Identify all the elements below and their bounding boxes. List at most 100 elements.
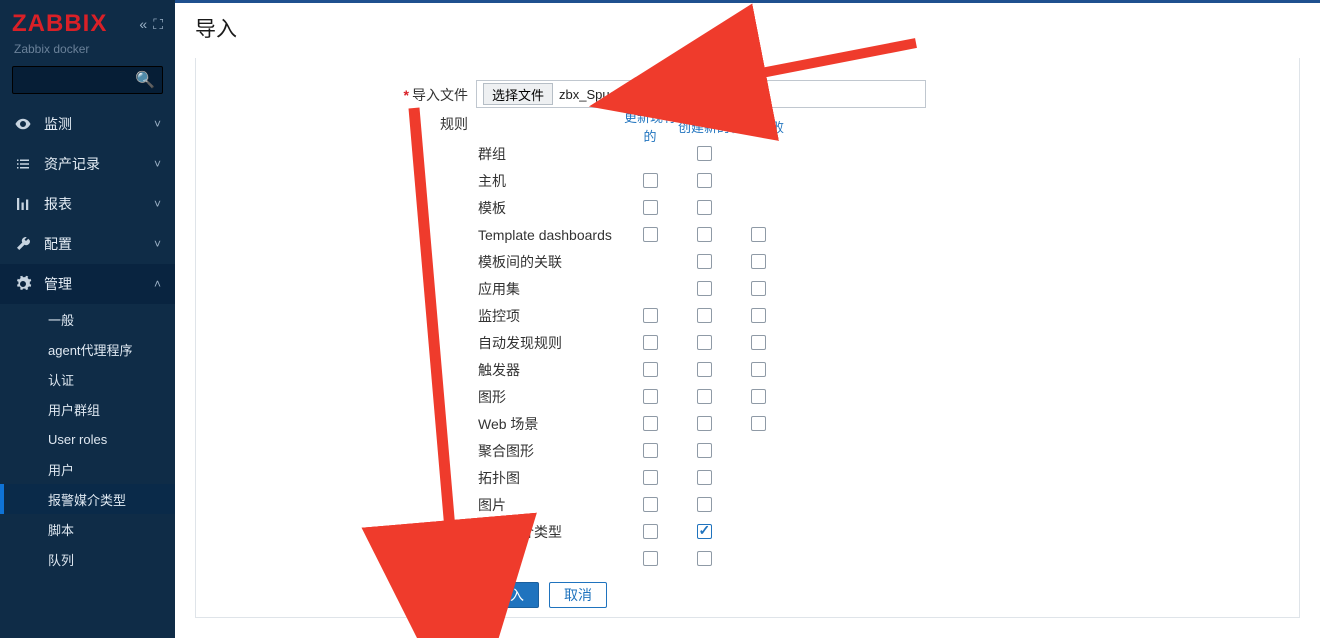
menu-item-label: 报表 bbox=[44, 194, 72, 214]
checkbox-update[interactable] bbox=[643, 497, 658, 512]
submenu: 一般agent代理程序认证用户群组User roles用户报警媒介类型脚本队列 bbox=[0, 304, 175, 574]
menu-item-label: 资产记录 bbox=[44, 154, 100, 174]
rule-name: Web 场景 bbox=[478, 414, 623, 434]
checkbox-create[interactable] bbox=[697, 470, 712, 485]
rule-row: 模板间的关联 bbox=[478, 248, 785, 275]
checkbox-update[interactable] bbox=[643, 227, 658, 242]
fullscreen-icon[interactable]: ⛶ bbox=[153, 16, 163, 33]
rule-name: 触发器 bbox=[478, 360, 623, 380]
rule-name: 应用集 bbox=[478, 279, 623, 299]
checkbox-create[interactable] bbox=[697, 335, 712, 350]
rule-row: 触发器 bbox=[478, 356, 785, 383]
checkbox-create[interactable] bbox=[697, 497, 712, 512]
menu-item-chart[interactable]: 报表 ˅ bbox=[0, 184, 175, 224]
checkbox-update[interactable] bbox=[643, 416, 658, 431]
submenu-item[interactable]: 用户群组 bbox=[0, 394, 175, 424]
menu-item-label: 监测 bbox=[44, 114, 72, 134]
rules-table: 更新现有的 创建新的 删除失败 群组主机模板Template dashboard… bbox=[478, 114, 785, 572]
checkbox-create[interactable] bbox=[697, 173, 712, 188]
menu-item-label: 管理 bbox=[44, 274, 72, 294]
brand-subtitle: Zabbix docker bbox=[0, 40, 175, 66]
rule-name: 报警媒介类型 bbox=[478, 522, 623, 542]
rule-row: 监控项 bbox=[478, 302, 785, 329]
chevron-down-icon: ˅ bbox=[154, 117, 161, 131]
submenu-item[interactable]: 脚本 bbox=[0, 514, 175, 544]
checkbox-update[interactable] bbox=[643, 443, 658, 458]
submenu-item[interactable]: 队列 bbox=[0, 544, 175, 574]
rule-row: 图片 bbox=[478, 491, 785, 518]
checkbox-update[interactable] bbox=[643, 551, 658, 566]
checkbox-delete[interactable] bbox=[751, 281, 766, 296]
checkbox-create[interactable] bbox=[697, 227, 712, 242]
submenu-item[interactable]: 用户 bbox=[0, 454, 175, 484]
menu-item-eye[interactable]: 监测 ˅ bbox=[0, 104, 175, 144]
search-icon[interactable]: 🔍 bbox=[135, 70, 155, 90]
submenu-item[interactable]: 认证 bbox=[0, 364, 175, 394]
col-header-update: 更新现有的 bbox=[623, 107, 677, 145]
checkbox-create[interactable] bbox=[697, 254, 712, 269]
rule-name: 主机 bbox=[478, 171, 623, 191]
rule-name: 自动发现规则 bbox=[478, 333, 623, 353]
main-content: 导入 *导入文件 选择文件 zbx_SpugPush_mediatypes.ya… bbox=[175, 0, 1320, 638]
chevron-down-icon: ˅ bbox=[154, 157, 161, 171]
menu-item-list[interactable]: 资产记录 ˅ bbox=[0, 144, 175, 184]
submenu-item[interactable]: agent代理程序 bbox=[0, 334, 175, 364]
checkbox-update[interactable] bbox=[643, 173, 658, 188]
checkbox-delete[interactable] bbox=[751, 308, 766, 323]
checkbox-delete[interactable] bbox=[751, 389, 766, 404]
checkbox-delete[interactable] bbox=[751, 227, 766, 242]
file-input-box[interactable]: 选择文件 zbx_SpugPush_mediatypes.yaml bbox=[476, 80, 926, 108]
import-submit-button[interactable]: 导入 bbox=[481, 582, 539, 608]
checkbox-update[interactable] bbox=[643, 335, 658, 350]
rule-name: 图片 bbox=[478, 495, 623, 515]
rule-row: 映射值 bbox=[478, 545, 785, 572]
submenu-item[interactable]: User roles bbox=[0, 424, 175, 454]
chart-icon bbox=[14, 195, 32, 213]
checkbox-delete[interactable] bbox=[751, 335, 766, 350]
submenu-item[interactable]: 报警媒介类型 bbox=[0, 484, 175, 514]
checkbox-update[interactable] bbox=[643, 308, 658, 323]
rule-row: 主机 bbox=[478, 167, 785, 194]
rule-name: 模板 bbox=[478, 198, 623, 218]
checkbox-update[interactable] bbox=[643, 524, 658, 539]
submenu-item[interactable]: 一般 bbox=[0, 304, 175, 334]
checkbox-delete[interactable] bbox=[751, 254, 766, 269]
menu-item-gear[interactable]: 管理 ˄ bbox=[0, 264, 175, 304]
chevron-down-icon: ˅ bbox=[154, 237, 161, 251]
checkbox-update[interactable] bbox=[643, 200, 658, 215]
eye-icon bbox=[14, 115, 32, 133]
checkbox-update[interactable] bbox=[643, 362, 658, 377]
menu-item-wrench[interactable]: 配置˅ bbox=[0, 224, 175, 264]
checkbox-delete[interactable] bbox=[751, 362, 766, 377]
checkbox-create[interactable] bbox=[697, 443, 712, 458]
brand-logo: ZABBIX bbox=[12, 10, 107, 38]
rule-row: 图形 bbox=[478, 383, 785, 410]
rule-name: 图形 bbox=[478, 387, 623, 407]
list-icon bbox=[14, 155, 32, 173]
cancel-button[interactable]: 取消 bbox=[549, 582, 607, 608]
checkbox-delete[interactable] bbox=[751, 416, 766, 431]
checkbox-create[interactable] bbox=[697, 416, 712, 431]
rule-name: 聚合图形 bbox=[478, 441, 623, 461]
rule-row: 模板 bbox=[478, 194, 785, 221]
main-menu: 监测˅资产记录˅报表˅配置˅管理˄ bbox=[0, 104, 175, 304]
rule-row: 聚合图形 bbox=[478, 437, 785, 464]
rule-row: 报警媒介类型 bbox=[478, 518, 785, 545]
checkbox-update[interactable] bbox=[643, 389, 658, 404]
rule-name: 监控项 bbox=[478, 306, 623, 326]
checkbox-create[interactable] bbox=[697, 146, 712, 161]
checkbox-create[interactable] bbox=[697, 308, 712, 323]
checkbox-create[interactable] bbox=[697, 200, 712, 215]
checkbox-create[interactable] bbox=[697, 389, 712, 404]
checkbox-create[interactable] bbox=[697, 281, 712, 296]
collapse-icon[interactable]: « bbox=[139, 16, 147, 33]
checkbox-update[interactable] bbox=[643, 470, 658, 485]
choose-file-button[interactable]: 选择文件 bbox=[483, 83, 553, 105]
chevron-down-icon: ˅ bbox=[154, 197, 161, 211]
checkbox-create[interactable] bbox=[697, 551, 712, 566]
rule-name: 拓扑图 bbox=[478, 468, 623, 488]
chevron-up-icon: ˄ bbox=[154, 277, 161, 291]
rule-name: 群组 bbox=[478, 144, 623, 164]
checkbox-create[interactable] bbox=[697, 362, 712, 377]
checkbox-create[interactable] bbox=[697, 524, 712, 539]
